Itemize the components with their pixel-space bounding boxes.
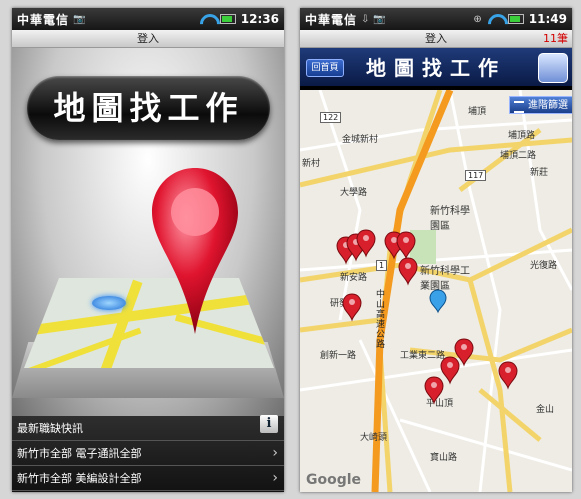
right-phone-screen: 中華電信 ⇩ 📷 ⊕ 11:49 登入 11筆 地圖找工作 回首頁 122 11… [300,8,572,492]
map-toolbar: 地圖找工作 回首頁 [300,48,572,88]
battery-icon [219,14,236,24]
google-logo: Google [306,472,362,488]
news-header-label: 最新職缺快訊 [17,422,83,435]
splash-area: 地圖找工作 ●●●●● [12,48,284,449]
job-map[interactable]: 122 117 1 金城新村 新村 大學路 埔頂 埔頂路 埔頂二路 新莊 新竹科… [300,90,572,492]
list-item-label: 新竹市全部 美編設計全部 [17,472,142,485]
wifi-icon [199,13,215,25]
login-label: 登入 [425,32,447,45]
job-pin-icon [398,257,418,285]
result-count: 11筆 [543,32,568,45]
home-button[interactable]: 回首頁 [306,59,344,77]
battery-icon [507,14,524,24]
gps-icon: ⊕ [473,13,482,25]
camera-icon: 📷 [73,13,86,25]
info-button[interactable]: i [260,415,278,433]
clock: 11:49 [528,12,567,26]
app-title: 地圖找工作 [27,76,270,140]
job-pin-icon [440,356,460,384]
chevron-right-icon: › [272,445,278,461]
news-header: 最新職缺快訊 [12,416,284,441]
left-phone-screen: 中華電信 📷 12:36 登入 地圖找工作 最新職缺快訊 新竹市全部 電子通訊全… [12,8,284,492]
login-button[interactable]: 登入 [12,30,284,48]
status-bar: 中華電信 📷 12:36 [12,8,284,30]
camera-icon: 📷 [373,13,386,25]
clock: 12:36 [240,12,279,26]
status-bar: 中華電信 ⇩ 📷 ⊕ 11:49 [300,8,572,30]
carrier-label: 中華電信 [17,12,70,27]
filter-settings-icon[interactable] [538,53,568,83]
job-pins [336,229,518,404]
wifi-icon [487,13,503,25]
list-item[interactable]: 新竹市全部 電子通訊全部 › [12,441,284,466]
job-pin-icon [342,293,362,321]
list-item[interactable]: 新竹市全部 美編設計全部 › [12,466,284,491]
job-pin-icon [396,231,416,259]
current-location-icon [429,289,447,314]
job-pin-icon [498,361,518,389]
news-list: 最新職缺快訊 新竹市全部 電子通訊全部 › 新竹市全部 美編設計全部 › [12,416,284,492]
login-button[interactable]: 登入 11筆 [300,30,572,48]
download-icon: ⇩ [361,13,370,25]
location-dot-icon [92,296,126,310]
carrier-label: 中華電信 [305,12,358,27]
chevron-right-icon: › [272,470,278,486]
list-item-label: 新竹市全部 電子通訊全部 [17,447,142,460]
advanced-filter-button[interactable]: 進階篩選 [509,96,572,114]
map-pin-icon [152,168,238,334]
job-pin-icon [424,376,444,404]
